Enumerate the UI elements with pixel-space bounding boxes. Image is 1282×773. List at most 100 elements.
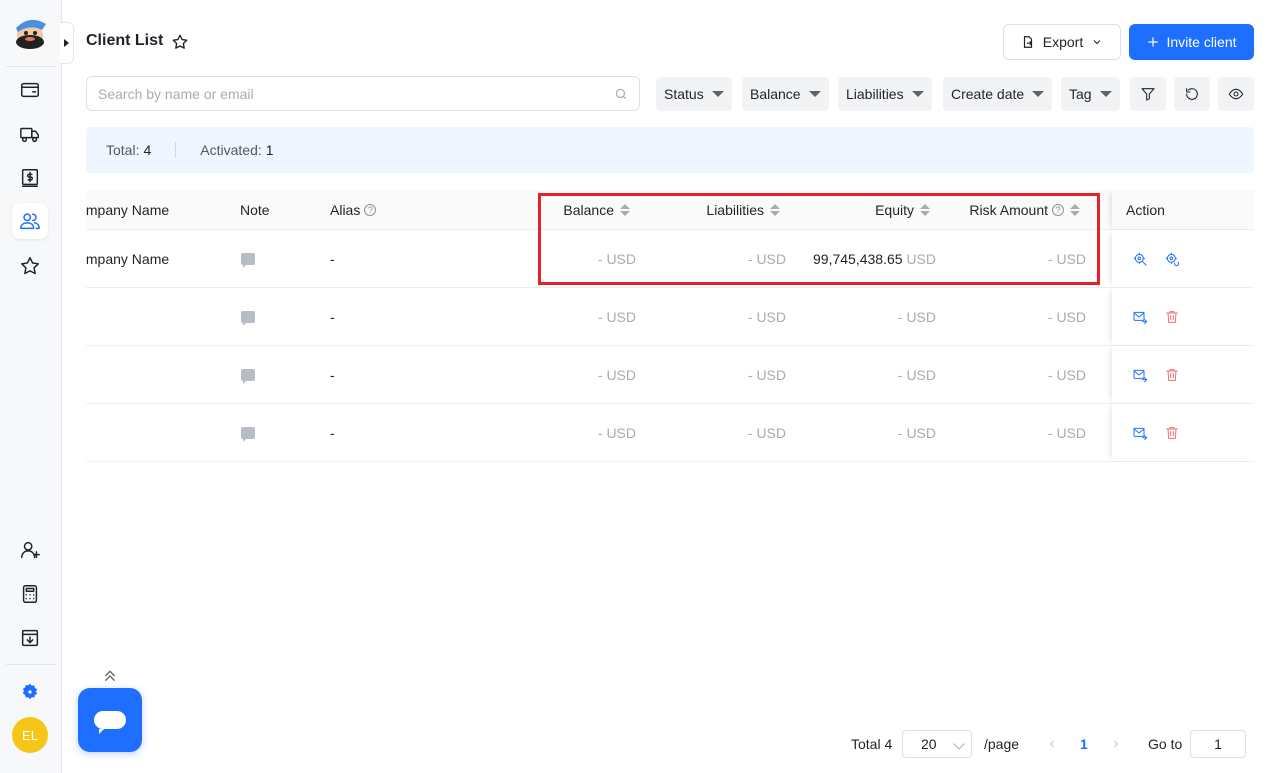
filter-tag[interactable]: Tag (1061, 77, 1120, 111)
note-cell[interactable] (241, 230, 255, 287)
currency: USD (606, 250, 636, 267)
help-icon[interactable]: ? (364, 203, 377, 216)
sort-icon[interactable] (620, 203, 630, 216)
action-cell (1112, 288, 1254, 345)
sidebar-item-calculator[interactable] (12, 576, 48, 612)
filter-label: Create date (951, 86, 1025, 102)
per-page-label: /page (984, 736, 1020, 752)
column-balance[interactable]: Balance (526, 190, 630, 229)
risk-amount-cell: - USD (986, 288, 1086, 345)
table-row[interactable]: - - USD - USD - USD - USD (86, 288, 1254, 346)
search-input[interactable]: Search by name or email (86, 76, 640, 111)
sidebar-item-wallet[interactable] (12, 72, 48, 108)
page-number-1[interactable]: 1 (1080, 730, 1088, 758)
risk-amount-cell: - USD (986, 404, 1086, 461)
settings-button[interactable] (12, 674, 48, 710)
send-invite-button[interactable] (1132, 288, 1148, 345)
column-risk-amount[interactable]: Risk Amount? (946, 190, 1080, 229)
send-invite-button[interactable] (1132, 346, 1148, 403)
chat-support-button[interactable] (78, 688, 142, 752)
sidebar-item-clients[interactable] (12, 203, 48, 239)
sidebar-item-finance[interactable] (12, 160, 48, 196)
activated-value: 1 (265, 142, 274, 158)
sort-icon[interactable] (1070, 203, 1080, 216)
liabilities-value: - (747, 308, 753, 325)
next-page-button[interactable] (1110, 730, 1122, 758)
liabilities-value: - (747, 424, 753, 441)
sidebar-item-add-user[interactable] (12, 532, 48, 568)
risk-value: - (1047, 250, 1053, 267)
account-settings-button[interactable] (1132, 230, 1148, 287)
refresh-button[interactable] (1174, 77, 1210, 111)
column-liabilities[interactable]: Liabilities (666, 190, 780, 229)
column-equity[interactable]: Equity (826, 190, 930, 229)
column-visibility-button[interactable] (1218, 77, 1254, 111)
page-size-select[interactable]: 20 (902, 730, 972, 758)
total-value: 4 (143, 142, 152, 158)
column-equity-label: Equity (875, 201, 914, 218)
comment-icon[interactable] (241, 252, 255, 268)
sort-icon[interactable] (920, 203, 930, 216)
filter-status[interactable]: Status (656, 77, 732, 111)
sidebar-divider (6, 66, 56, 67)
table-row[interactable]: Company Name - - USD - USD 99,745,438.65… (86, 230, 1254, 288)
sidebar-item-download[interactable] (12, 620, 48, 656)
advanced-filter-button[interactable] (1130, 77, 1166, 111)
filter-label: Status (664, 86, 704, 102)
liabilities-cell: - USD (686, 288, 786, 345)
currency: USD (756, 366, 786, 383)
prev-page-button[interactable] (1046, 730, 1058, 758)
sync-settings-button[interactable] (1164, 230, 1180, 287)
liabilities-value: - (747, 366, 753, 383)
favorite-star-icon[interactable] (171, 33, 189, 51)
currency: USD (906, 424, 936, 441)
scroll-to-top-icon[interactable] (102, 668, 118, 684)
eye-icon (1228, 88, 1244, 100)
goto-page-input[interactable]: 1 (1190, 730, 1246, 758)
filter-liabilities[interactable]: Liabilities (838, 77, 932, 111)
table-row[interactable]: - - USD - USD - USD - USD (86, 404, 1254, 462)
risk-value: - (1047, 424, 1053, 441)
alias-cell: - (330, 424, 335, 441)
invite-client-button[interactable]: Invite client (1129, 24, 1254, 60)
help-icon[interactable]: ? (1052, 203, 1064, 216)
download-file-icon (21, 629, 39, 647)
gear-icon (23, 683, 37, 699)
filter-create-date[interactable]: Create date (943, 77, 1053, 111)
delete-button[interactable] (1164, 404, 1180, 461)
comment-icon[interactable] (241, 310, 255, 326)
chevron-right-icon (1114, 740, 1119, 748)
send-invite-button[interactable] (1132, 404, 1148, 461)
chevron-left-icon (1049, 740, 1054, 748)
currency: USD (756, 308, 786, 325)
equity-value: - (897, 308, 903, 325)
more-actions-button[interactable] (1196, 230, 1212, 287)
note-cell[interactable] (241, 346, 255, 403)
caret-down-icon (711, 91, 724, 97)
company-name-cell[interactable]: Company Name (86, 230, 169, 287)
sidebar-collapse-toggle[interactable] (60, 22, 74, 64)
delete-button[interactable] (1164, 288, 1180, 345)
comment-icon[interactable] (241, 368, 255, 384)
chevron-down-icon (1093, 40, 1101, 45)
search-icon (615, 88, 627, 100)
sidebar-divider (6, 664, 56, 665)
total-count: Total: 4 (106, 142, 151, 158)
alias-cell: - (330, 308, 335, 325)
table-row[interactable]: - - USD - USD - USD - USD (86, 346, 1254, 404)
note-cell[interactable] (241, 288, 255, 345)
note-cell[interactable] (241, 404, 255, 461)
comment-icon[interactable] (241, 426, 255, 442)
column-company-name[interactable]: Company Name (86, 190, 169, 229)
export-button[interactable]: Export (1003, 24, 1121, 60)
equity-cell: 99,745,438.65 USD (786, 230, 936, 287)
delete-button[interactable] (1164, 346, 1180, 403)
column-alias: Alias? (330, 190, 377, 229)
sidebar-item-favorites[interactable] (12, 248, 48, 284)
filter-balance[interactable]: Balance (742, 77, 829, 111)
equity-value: - (897, 366, 903, 383)
balance-cell: - USD (536, 230, 636, 287)
avatar[interactable]: EL (12, 717, 48, 753)
sidebar-item-delivery[interactable] (12, 116, 48, 152)
sort-icon[interactable] (770, 203, 780, 216)
